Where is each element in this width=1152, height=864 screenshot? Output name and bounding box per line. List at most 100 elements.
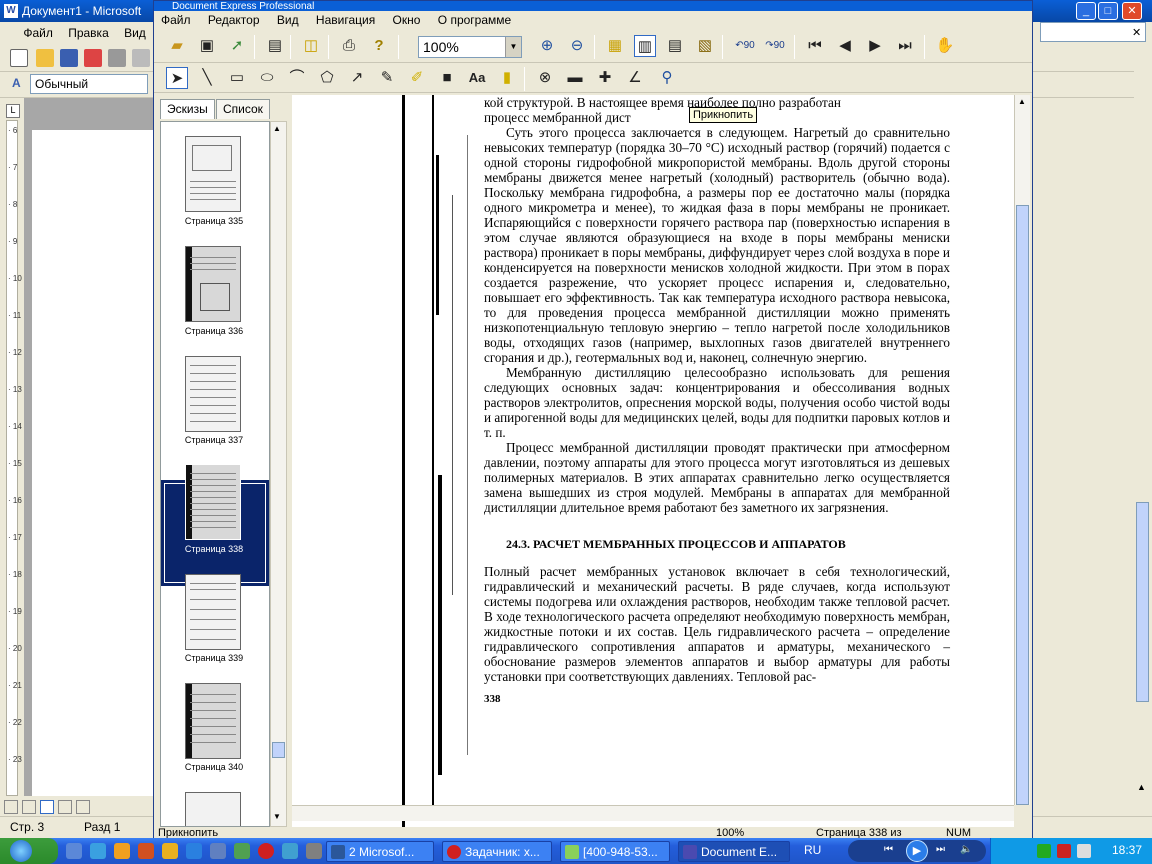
next-page-icon[interactable]: ▶ xyxy=(864,35,886,57)
help-icon[interactable]: ? xyxy=(368,35,390,57)
thumbnail-340[interactable] xyxy=(185,683,241,759)
tray-app-icon[interactable] xyxy=(1057,844,1071,858)
style-select[interactable]: Обычный xyxy=(30,74,148,94)
taskbar-word[interactable]: 2 Microsof... xyxy=(326,841,434,862)
clock[interactable]: 18:37 xyxy=(1112,843,1142,857)
normal-view-icon[interactable] xyxy=(4,800,18,814)
opera-icon[interactable] xyxy=(258,843,274,859)
menu-file[interactable]: Файл xyxy=(17,22,59,44)
select-arrow-icon[interactable]: ➤ xyxy=(166,67,188,89)
dx-menu-window[interactable]: Окно xyxy=(386,11,428,29)
firefox-icon[interactable] xyxy=(138,843,154,859)
page-vertical-scrollbar[interactable]: ▲ xyxy=(1014,95,1030,805)
web-view-icon[interactable] xyxy=(22,800,36,814)
rectangle-tool-icon[interactable]: ▭ xyxy=(226,67,248,89)
dx-menu-view[interactable]: Вид xyxy=(270,11,306,29)
open-icon[interactable] xyxy=(36,49,54,67)
tab-list[interactable]: Список xyxy=(216,99,270,119)
menu-edit[interactable]: Правка xyxy=(62,22,115,44)
preview-icon[interactable] xyxy=(132,49,150,67)
menu-view[interactable]: Вид xyxy=(118,22,152,44)
scroll-thumb[interactable] xyxy=(1016,205,1029,805)
play-icon[interactable]: ▶ xyxy=(906,840,928,862)
help-search-input[interactable] xyxy=(1040,22,1146,42)
scroll-up-icon[interactable]: ▲ xyxy=(273,124,281,133)
single-page-icon[interactable]: ▤ xyxy=(664,35,686,57)
page-horizontal-scrollbar[interactable] xyxy=(292,805,1014,821)
close-doc-icon[interactable]: ✕ xyxy=(1132,26,1141,39)
print-icon[interactable]: ⎙ xyxy=(338,35,360,57)
show-desktop-icon[interactable] xyxy=(66,843,82,859)
polyline-tool-icon[interactable]: ⌒ xyxy=(286,67,308,89)
ellipse-tool-icon[interactable]: ⬭ xyxy=(256,67,278,89)
network-icon[interactable] xyxy=(210,843,226,859)
word-vertical-scrollbar[interactable]: ▲ xyxy=(1134,42,1152,802)
continuous-icon[interactable]: ▧ xyxy=(694,35,716,57)
taskbar-document-express[interactable]: Document E... xyxy=(678,841,790,862)
rotate-left-icon[interactable]: ↶90 xyxy=(734,35,756,57)
filled-rect-tool-icon[interactable]: ■ xyxy=(436,67,458,89)
pin-tool-icon[interactable]: ⚲ xyxy=(656,67,678,89)
media-icon[interactable] xyxy=(114,843,130,859)
chevron-down-icon[interactable]: ▼ xyxy=(505,37,521,57)
crosshair-tool-icon[interactable]: ✚ xyxy=(594,67,616,89)
zoom-select[interactable]: 100% ▼ xyxy=(418,36,522,58)
polygon-tool-icon[interactable]: ⬠ xyxy=(316,67,338,89)
open-folder-icon[interactable]: ▰ xyxy=(166,35,188,57)
tab-thumbnails[interactable]: Эскизы xyxy=(160,99,215,119)
new-doc-icon[interactable] xyxy=(10,49,28,67)
scroll-up-icon[interactable]: ▲ xyxy=(1018,97,1026,106)
word-page[interactable] xyxy=(32,130,154,820)
thumbnail-341[interactable] xyxy=(185,792,241,826)
close-button[interactable]: ✕ xyxy=(1122,2,1142,20)
pan-hand-icon[interactable]: ✋ xyxy=(934,35,956,57)
dx-menu-edit[interactable]: Редактор xyxy=(201,11,267,29)
note-tool-icon[interactable]: ▮ xyxy=(496,67,518,89)
thumbnail-337[interactable] xyxy=(185,356,241,432)
ie-icon[interactable] xyxy=(186,843,202,859)
next-track-icon[interactable]: ⏭ xyxy=(936,844,945,855)
highlighter-tool-icon[interactable]: ✐ xyxy=(406,67,428,89)
page-settings-icon[interactable]: ◫ xyxy=(300,35,322,57)
thumbnail-scrollbar[interactable]: ▲ ▼ xyxy=(270,121,287,827)
minimize-button[interactable]: _ xyxy=(1076,2,1096,20)
fit-width-icon[interactable]: ▥ xyxy=(634,35,656,57)
stamp-tool-icon[interactable]: ⊗ xyxy=(534,67,556,89)
thumbnail-338[interactable] xyxy=(185,464,241,540)
ruler-tool-icon[interactable]: ▬ xyxy=(564,67,586,89)
scroll-thumb[interactable] xyxy=(1136,502,1149,702)
dx-menu-about[interactable]: О программе xyxy=(431,11,518,29)
text-tool-icon[interactable]: Aa xyxy=(466,67,488,89)
previous-track-icon[interactable]: ⏮ xyxy=(884,844,893,855)
first-page-icon[interactable]: ⏮ xyxy=(804,35,826,57)
styles-icon[interactable]: A xyxy=(12,76,21,90)
app-icon[interactable] xyxy=(282,843,298,859)
language-indicator[interactable]: RU xyxy=(804,843,821,857)
tray-app-icon[interactable] xyxy=(1077,844,1091,858)
arrow-tool-icon[interactable]: ↗ xyxy=(346,67,368,89)
tab-stop-icon[interactable]: L xyxy=(6,104,20,118)
scroll-thumb[interactable] xyxy=(272,742,285,758)
dx-menu-navigation[interactable]: Навигация xyxy=(309,11,382,29)
app-icon[interactable] xyxy=(234,843,250,859)
print-view-icon[interactable] xyxy=(40,800,54,814)
reading-view-icon[interactable] xyxy=(76,800,90,814)
save-icon[interactable] xyxy=(60,49,78,67)
rotate-right-icon[interactable]: ↷90 xyxy=(764,35,786,57)
clipboard-icon[interactable]: ▤ xyxy=(264,35,286,57)
scroll-down-icon[interactable]: ▼ xyxy=(273,812,281,821)
fit-page-icon[interactable]: ▦ xyxy=(604,35,626,57)
dx-menu-file[interactable]: Файл xyxy=(154,11,198,29)
angle-tool-icon[interactable]: ∠ xyxy=(624,67,646,89)
taskbar-folder[interactable]: [400-948-53... xyxy=(560,841,670,862)
maximize-button[interactable]: □ xyxy=(1098,2,1118,20)
line-tool-icon[interactable]: ╲ xyxy=(196,67,218,89)
thumbnail-335[interactable] xyxy=(185,136,241,212)
outline-view-icon[interactable] xyxy=(58,800,72,814)
save-icon[interactable]: ▣ xyxy=(196,35,218,57)
permission-icon[interactable] xyxy=(84,49,102,67)
zoom-out-icon[interactable]: ⊖ xyxy=(566,35,588,57)
app-icon[interactable] xyxy=(306,843,322,859)
thumbnail-336[interactable] xyxy=(185,246,241,322)
taskbar-opera[interactable]: Задачник: х... xyxy=(442,841,552,862)
